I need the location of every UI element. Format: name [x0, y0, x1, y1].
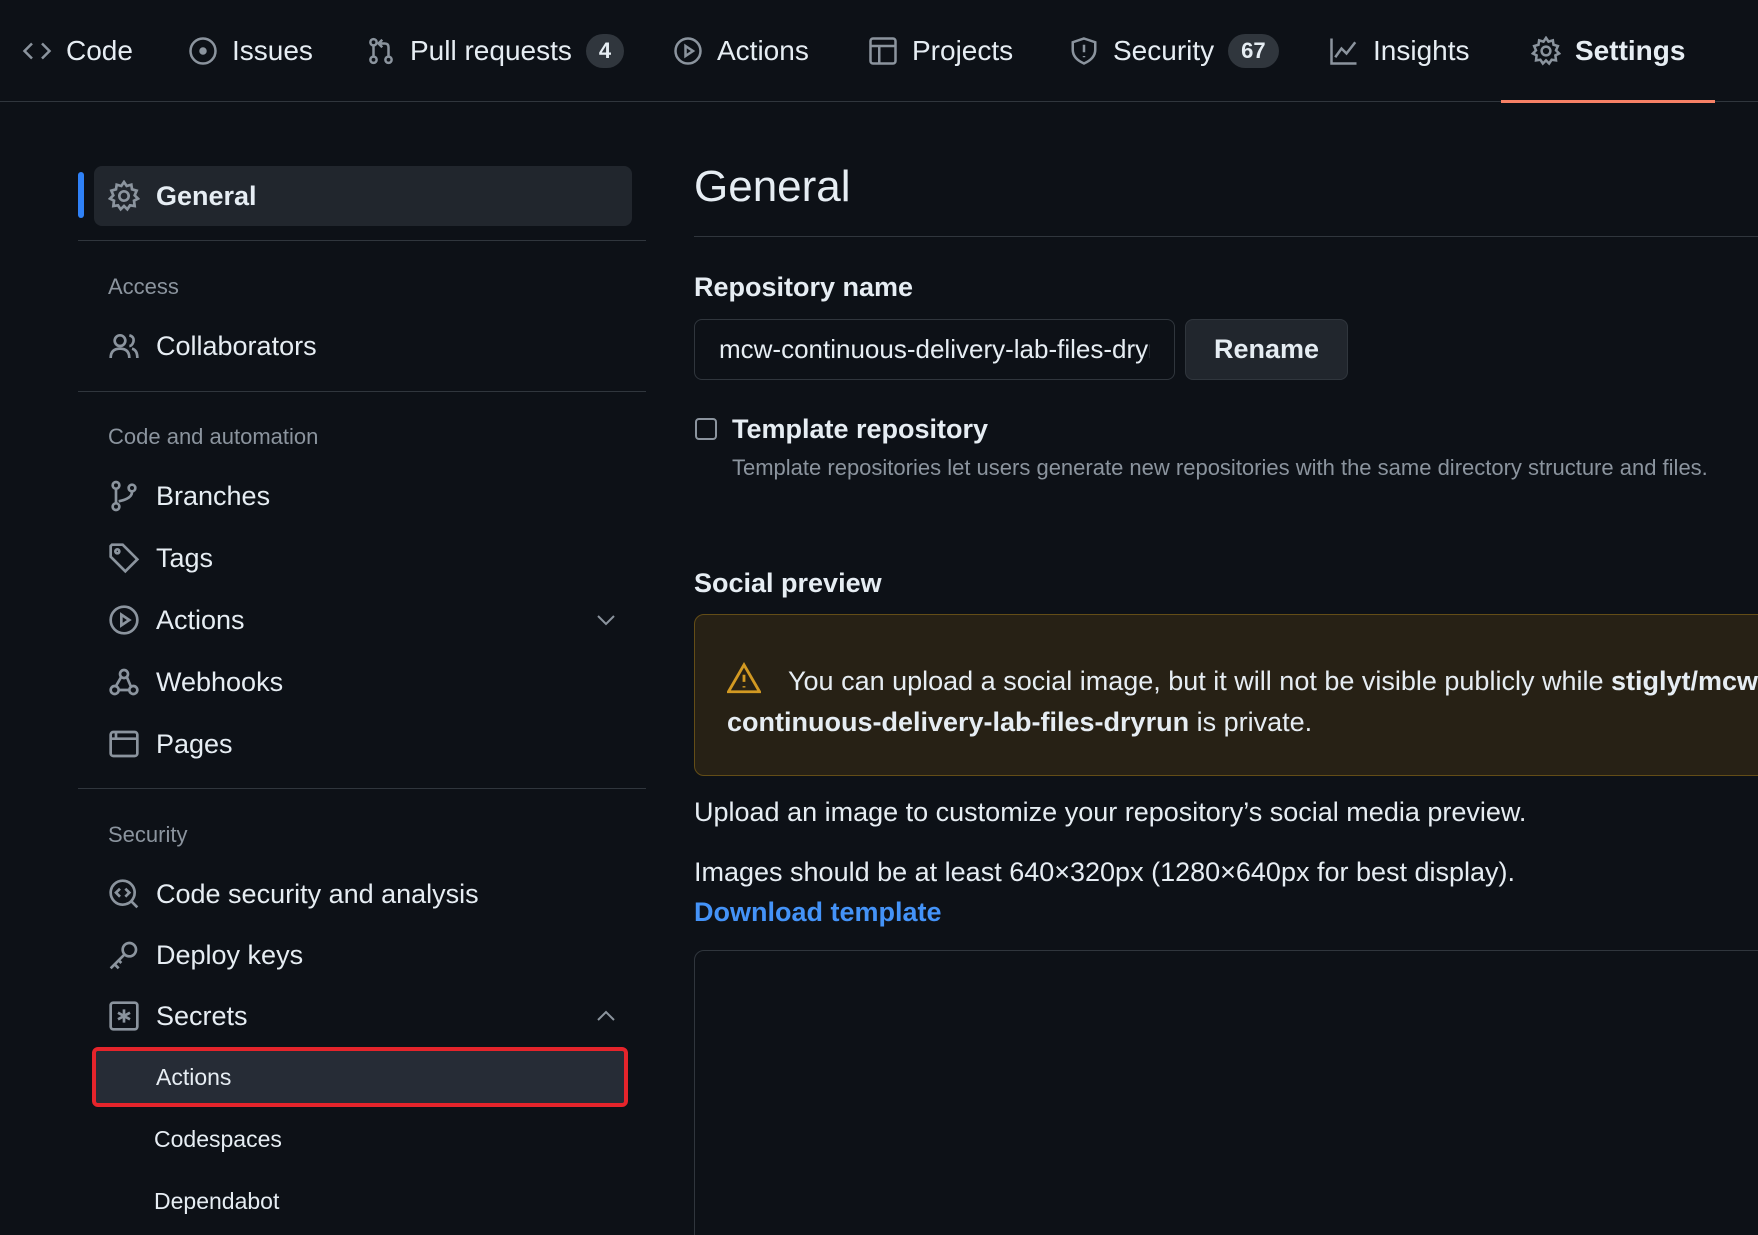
git-pull-request-icon — [369, 37, 393, 65]
sidebar-item-label: Actions — [156, 604, 245, 635]
sidebar-subitem-label: Actions — [156, 1063, 232, 1090]
warning-text-pre: You can upload a social image, but it wi… — [788, 666, 1611, 696]
sidebar-subitem-label: Dependabot — [154, 1187, 280, 1214]
private-warning-flash: You can upload a social image, but it wi… — [694, 614, 1758, 776]
sidebar-item-label: Tags — [156, 542, 214, 573]
sidebar-subitem-secrets-codespaces[interactable]: Codespaces — [94, 1109, 628, 1169]
tab-issues[interactable]: Issues — [188, 0, 313, 102]
tab-projects[interactable]: Projects — [868, 0, 1013, 102]
private-warning-text: You can upload a social image, but it wi… — [727, 661, 1758, 743]
git-branch-icon — [111, 480, 137, 512]
tab-label: Settings — [1575, 35, 1686, 66]
sidebar-item-label: Pages — [156, 728, 233, 759]
tab-insights[interactable]: Insights — [1329, 0, 1470, 102]
sidebar-item-label: Collaborators — [156, 330, 317, 361]
security-counter: 67 — [1228, 34, 1279, 68]
template-repository-description: Template repositories let users generate… — [732, 455, 1708, 480]
access-heading: Access — [108, 274, 179, 299]
sidebar-item-secrets[interactable]: Secrets — [94, 986, 632, 1046]
table-icon — [869, 37, 897, 65]
sidebar-item-collaborators[interactable]: Collaborators — [94, 316, 632, 376]
sidebar-item-label: Branches — [156, 480, 271, 511]
upload-description: Upload an image to customize your reposi… — [694, 797, 1527, 827]
graph-icon — [1330, 38, 1357, 65]
sidebar-item-tags[interactable]: Tags — [94, 528, 632, 588]
sidebar-item-deploy-keys[interactable]: Deploy keys — [94, 925, 632, 985]
page-title: General — [694, 162, 851, 211]
sidebar-subitem-secrets-actions[interactable]: Actions — [92, 1047, 628, 1107]
tab-actions[interactable]: Actions — [673, 0, 809, 102]
rename-button[interactable]: Rename — [1185, 319, 1348, 380]
sidebar-item-actions[interactable]: Actions — [94, 590, 632, 650]
divider — [78, 240, 646, 241]
chevron-up-icon[interactable] — [594, 1004, 618, 1028]
issue-opened-icon — [189, 37, 217, 65]
template-repository-label: Template repository — [732, 414, 989, 444]
tab-label: Code — [66, 35, 133, 66]
chevron-down-icon[interactable] — [594, 608, 618, 632]
sidebar-item-label: General — [156, 180, 257, 211]
code-icon — [22, 42, 52, 60]
tab-security[interactable]: Security 67 — [1069, 0, 1279, 102]
tab-pull-requests[interactable]: Pull requests 4 — [366, 0, 625, 102]
tab-code[interactable]: Code — [22, 0, 133, 102]
divider — [78, 391, 646, 392]
pull-requests-counter: 4 — [585, 34, 625, 68]
shield-icon — [1071, 37, 1097, 65]
key-asterisk-icon — [109, 1001, 139, 1031]
sidebar-item-label: Deploy keys — [156, 939, 304, 970]
webhook-icon — [109, 668, 139, 696]
sidebar-item-webhooks[interactable]: Webhooks — [94, 652, 632, 712]
active-indicator — [78, 172, 84, 218]
people-icon — [109, 334, 139, 359]
tab-label: Actions — [717, 35, 809, 66]
sidebar-item-label: Code security and analysis — [156, 878, 479, 909]
image-size-hint: Images should be at least 640×320px (128… — [694, 857, 1516, 887]
warning-text-post: is private. — [1189, 707, 1313, 737]
sidebar-subitem-secrets-dependabot[interactable]: Dependabot — [94, 1171, 628, 1231]
gear-icon — [108, 180, 140, 212]
divider — [694, 236, 1758, 237]
play-icon — [109, 605, 139, 635]
codescan-icon — [109, 879, 139, 909]
tab-label: Projects — [912, 35, 1014, 66]
sidebar-item-general[interactable]: General — [94, 166, 632, 226]
social-preview-dropzone[interactable] — [694, 950, 1758, 1235]
tag-icon — [109, 543, 140, 574]
code-automation-heading: Code and automation — [108, 424, 319, 449]
tab-label: Issues — [232, 35, 313, 66]
repository-name-input[interactable] — [694, 319, 1175, 380]
tab-label: Security — [1113, 35, 1215, 66]
key-icon — [109, 941, 138, 970]
repo-nav: Code Issues Pull requests 4 Actions Proj… — [0, 0, 1758, 103]
download-template-link[interactable]: Download template — [694, 897, 942, 928]
security-heading: Security — [108, 822, 188, 847]
tab-label: Pull requests — [410, 35, 572, 66]
social-preview-title: Social preview — [694, 568, 882, 598]
sidebar-item-label: Secrets — [156, 1000, 248, 1031]
sidebar-item-pages[interactable]: Pages — [94, 714, 632, 774]
play-icon — [674, 37, 702, 65]
gear-icon — [1531, 36, 1561, 66]
sidebar-item-code-security[interactable]: Code security and analysis — [94, 864, 632, 924]
template-repository-checkbox[interactable] — [695, 418, 717, 440]
divider — [78, 788, 646, 789]
tab-settings[interactable]: Settings — [1500, 0, 1717, 103]
sidebar-item-branches[interactable]: Branches — [94, 466, 632, 526]
browser-icon — [109, 730, 139, 758]
sidebar-subitem-label: Codespaces — [154, 1125, 282, 1152]
repository-name-label: Repository name — [694, 272, 914, 302]
sidebar-item-label: Webhooks — [156, 666, 284, 697]
tab-label: Insights — [1373, 35, 1470, 66]
